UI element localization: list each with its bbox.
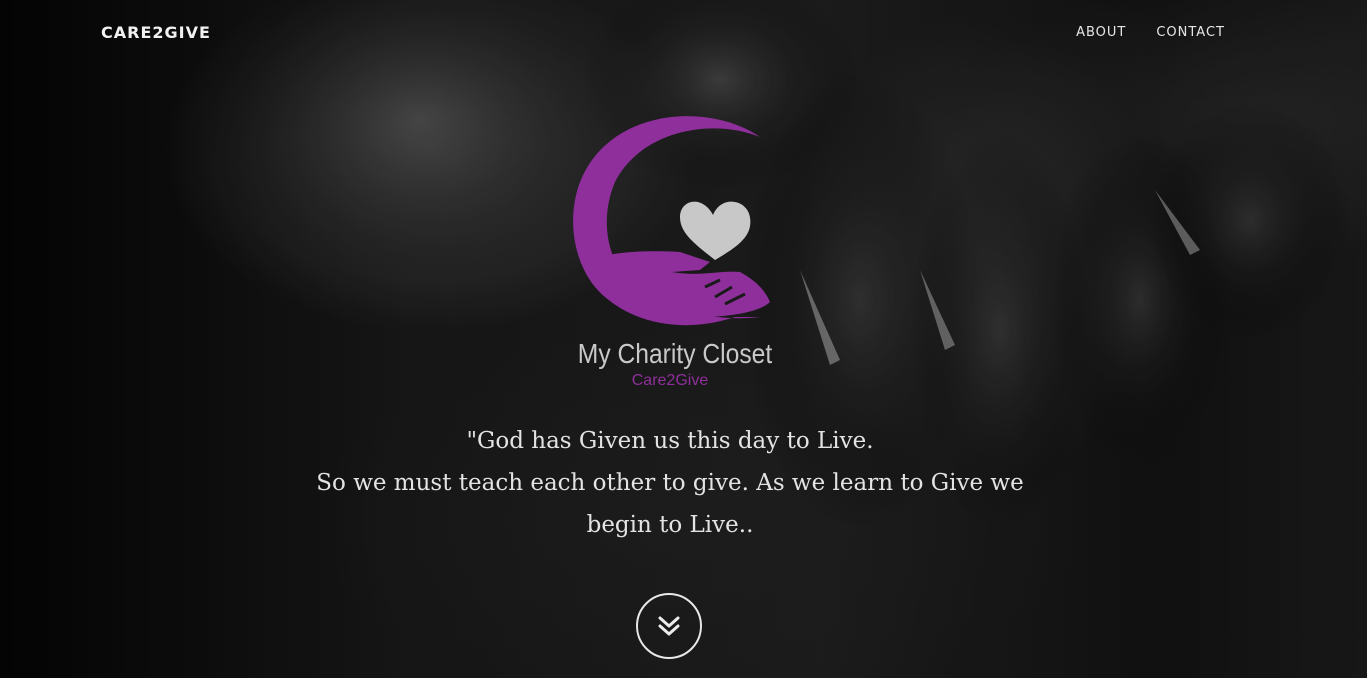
quote-line: "God has Given us this day to Live. [466,428,874,454]
heart-in-hand-icon [573,116,770,326]
quote-line: So we must teach each other to give. As … [316,470,1024,496]
chevron-double-down-icon [658,616,680,636]
nav-links: ABOUT CONTACT [1076,25,1225,40]
quote-line: begin to Live.. [586,512,754,538]
hero-quote: "God has Given us this day to Live. So w… [290,420,1050,546]
scroll-down-button[interactable] [636,593,702,659]
nav-link-contact[interactable]: CONTACT [1156,25,1225,40]
brand-logo-link[interactable]: CARE2GIVE [101,23,211,42]
top-navbar: CARE2GIVE ABOUT CONTACT [0,0,1367,68]
charity-logo: My Charity Closet Care2Give [560,112,790,396]
nav-link-about[interactable]: ABOUT [1076,25,1126,40]
logo-subtitle: Care2Give [631,372,709,389]
hero-section: CARE2GIVE ABOUT CONTACT My Charity Close… [0,0,1367,678]
logo-title: My Charity Closet [577,338,773,369]
